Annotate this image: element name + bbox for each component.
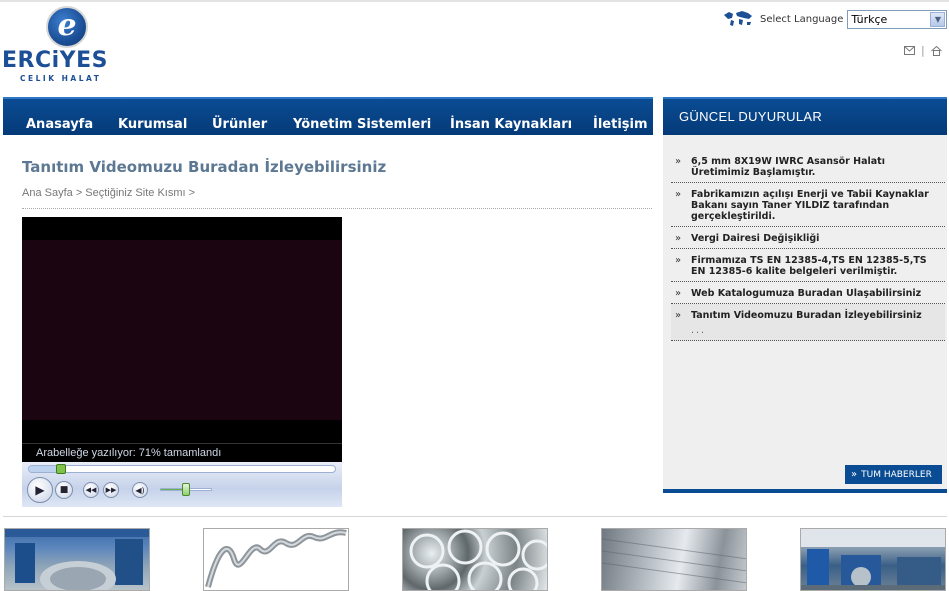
all-news-button[interactable]: » TUM HABERLER xyxy=(845,465,942,484)
news-item[interactable]: » Vergi Dairesi Değişikliği xyxy=(671,227,945,249)
gallery-image-wire-coils[interactable] xyxy=(402,528,548,591)
language-label: Select Language xyxy=(760,13,844,25)
video-player[interactable]: Arabelleğe yazılıyor: 71% tamamlandı ▶ ■… xyxy=(22,217,342,507)
gallery-image-wire-roll[interactable] xyxy=(601,528,747,591)
language-dropdown[interactable]: Türkçe ▼ xyxy=(847,9,948,29)
double-chevron-right-icon: » xyxy=(675,189,682,200)
page-title: Tanıtım Videomuzu Buradan İzleyebilirsin… xyxy=(22,158,387,176)
double-chevron-right-icon: » xyxy=(851,469,858,480)
nav-item-urunler[interactable]: Ürünler xyxy=(212,111,267,132)
gallery-image-factory-floor[interactable] xyxy=(800,528,946,591)
logo-emblem: e xyxy=(46,6,88,48)
nav-item-insan-kaynaklari[interactable]: İnsan Kaynakları xyxy=(450,111,572,132)
mail-icon[interactable] xyxy=(904,46,915,55)
logo-wordmark: ERCiYES xyxy=(2,48,108,73)
company-logo[interactable]: e ERCiYES CELIK HALAT xyxy=(2,4,132,84)
buffer-status-bar: Arabelleğe yazılıyor: 71% tamamlandı xyxy=(22,443,342,462)
double-chevron-right-icon: » xyxy=(675,288,682,299)
utility-links: | xyxy=(904,44,942,57)
divider: | xyxy=(921,44,925,57)
next-icon[interactable]: ▶▶ xyxy=(103,482,119,498)
volume-slider[interactable] xyxy=(160,483,212,496)
nav-item-yonetim-sistemleri[interactable]: Yönetim Sistemleri xyxy=(293,111,431,132)
news-item[interactable]: » 6,5 mm 8X19W IWRC Asansör Halatı Üreti… xyxy=(671,150,945,183)
play-icon[interactable]: ▶ xyxy=(27,477,53,503)
news-item-active[interactable]: » Tanıtım Videomuzu Buradan İzleyebilirs… xyxy=(671,304,945,341)
volume-handle[interactable] xyxy=(182,483,190,496)
divider xyxy=(3,516,947,517)
news-panel-bottom-border xyxy=(663,489,947,493)
nav-item-kurumsal[interactable]: Kurumsal xyxy=(118,111,187,132)
previous-icon[interactable]: ◀◀ xyxy=(83,482,99,498)
stop-icon[interactable]: ■ xyxy=(55,481,73,499)
nav-item-anasayfa[interactable]: Anasayfa xyxy=(26,111,93,132)
news-more: ... xyxy=(691,325,707,336)
double-chevron-right-icon: » xyxy=(675,233,682,244)
chevron-down-icon[interactable]: ▼ xyxy=(930,11,946,27)
breadcrumb[interactable]: Ana Sayfa > Seçtiğiniz Site Kısmı > xyxy=(22,187,195,199)
news-item[interactable]: » Web Katalogumuza Buradan Ulaşabilirsin… xyxy=(671,282,945,304)
home-icon[interactable] xyxy=(930,45,942,56)
video-display[interactable] xyxy=(22,240,342,420)
language-selector: Select Language Türkçe ▼ xyxy=(722,8,948,30)
top-border xyxy=(0,0,949,2)
gallery-image-production-line[interactable] xyxy=(4,528,150,591)
news-item[interactable]: » Firmamıza TS EN 12385-4,TS EN 12385-5,… xyxy=(671,249,945,282)
divider xyxy=(22,208,652,209)
news-header-title: GÜNCEL DUYURULAR xyxy=(679,109,823,124)
globe-icon xyxy=(724,11,752,26)
player-controls: ▶ ■ ◀◀ ▶▶ ◀) xyxy=(22,462,342,507)
double-chevron-right-icon: » xyxy=(675,156,682,167)
volume-icon[interactable]: ◀) xyxy=(132,482,148,498)
news-header: GÜNCEL DUYURULAR xyxy=(663,97,947,135)
logo-subtitle: CELIK HALAT xyxy=(20,74,102,83)
buffer-status-text: Arabelleğe yazılıyor: 71% tamamlandı xyxy=(36,447,222,459)
double-chevron-right-icon: » xyxy=(675,255,682,266)
news-item[interactable]: » Fabrikamızın açılışı Enerji ve Tabii K… xyxy=(671,183,945,227)
news-list: » 6,5 mm 8X19W IWRC Asansör Halatı Üreti… xyxy=(671,150,945,341)
double-chevron-right-icon: » xyxy=(675,310,682,321)
seek-handle[interactable] xyxy=(55,464,66,474)
seek-bar[interactable] xyxy=(28,464,336,474)
main-navigation: Anasayfa Kurumsal Ürünler Yönetim Sistem… xyxy=(3,97,653,135)
language-selected-value: Türkçe xyxy=(851,12,888,26)
nav-item-iletisim[interactable]: İletişim xyxy=(593,111,648,132)
gallery-image-wire-spring[interactable] xyxy=(203,528,349,591)
